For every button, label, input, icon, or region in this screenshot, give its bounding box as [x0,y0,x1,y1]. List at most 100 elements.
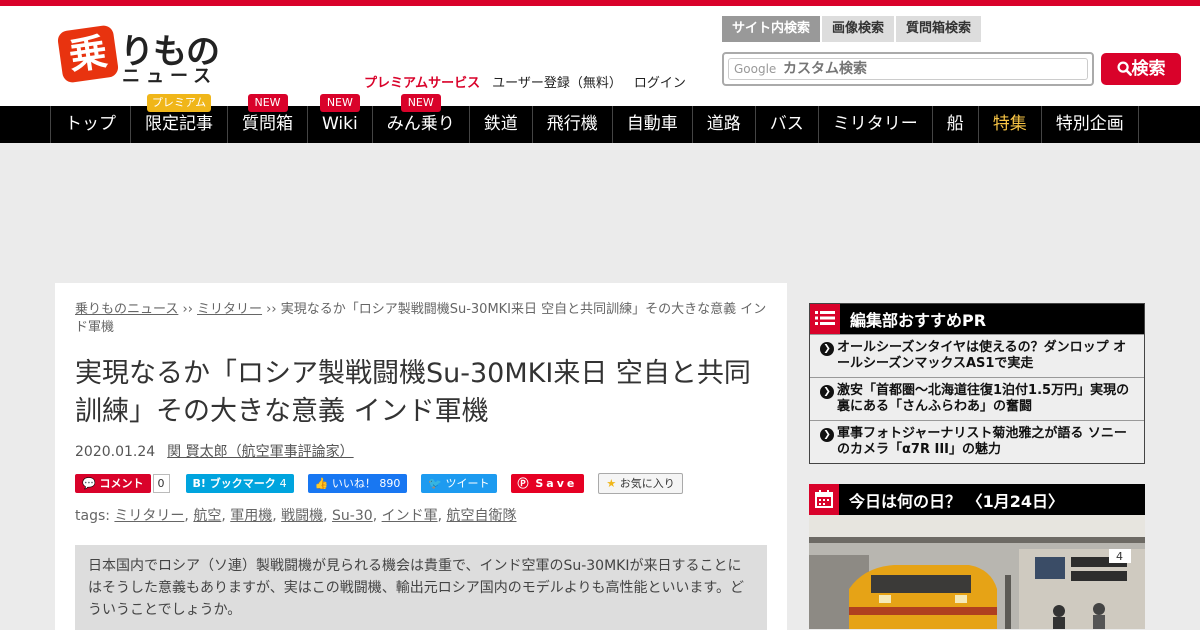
nav-item-label: 特別企画 [1055,114,1124,134]
tag-link[interactable]: インド軍 [382,508,438,524]
nav-item-top[interactable]: トップ [50,106,130,143]
tag-link[interactable]: 航空自衛隊 [447,508,517,524]
tags-label: tags: [75,508,110,524]
nav-item-bus[interactable]: バス [754,106,818,143]
article-meta: 2020.01.24 関 賢太郎（航空軍事評論家） [75,441,767,461]
editor-pr-box: 編集部おすすめPR ❯ オールシーズンタイヤは使えるの？ダンロップ オールシーズ… [809,303,1145,464]
nav-item-ship[interactable]: 船 [931,106,978,143]
main-nav: トップ プレミアム 限定記事 NEW 質問箱 NEW Wiki NEW みん乗り 鉄道 … [0,94,1200,143]
train-station-photo[interactable]: 4 [809,515,1145,629]
search-button-label: 検索 [1131,59,1166,79]
breadcrumb-category[interactable]: ミリタリー [197,302,262,317]
platform-number: 4 [1116,550,1123,563]
nav-item-label: 自動車 [626,114,678,134]
tab-site-search[interactable]: サイト内検索 [722,16,821,42]
tweet-label: ツイート [445,476,490,490]
logo-text-sub: ニュース [122,66,218,87]
article-title: 実現なるか「ロシア製戦闘機Su-30MKI来日 空自と共同訓練」その大きな意義 … [75,358,751,427]
nav-item-label: 限定記事 [145,114,213,134]
breadcrumb-home[interactable]: 乗りものニュース [75,302,178,317]
logo-kanji: 乗 [56,24,120,84]
nav-item-special-project[interactable]: 特別企画 [1040,106,1139,143]
nav-item-label: 質問箱 [242,114,293,134]
comment-count: 0 [152,473,170,493]
nav-item-military[interactable]: ミリタリー [817,106,932,143]
pinterest-save-button[interactable]: Ⓟ Save [510,473,585,493]
new-badge: NEW [319,94,360,112]
twitter-bird-icon: 🐦 [428,476,443,490]
tab-image-search[interactable]: 画像検索 [822,16,895,42]
tab-question-search[interactable]: 質問箱検索 [896,16,982,42]
pinterest-icon: Ⓟ [517,476,529,490]
nav-item-label: ミリタリー [832,114,918,134]
article-tags: tags: ミリタリー, 航空, 軍用機, 戦闘機, Su-30, インド軍, … [75,508,517,524]
pr-box-header: 編集部おすすめPR [810,304,1144,334]
pr-item[interactable]: ❯ 軍事フォトジャーナリスト菊池雅之が語る ソニーのカメラ「α7R III」の魅… [810,420,1144,463]
sidebar: 編集部おすすめPR ❯ オールシーズンタイヤは使えるの？ダンロップ オールシーズ… [809,303,1145,629]
tag-link[interactable]: Su-30 [332,508,373,524]
tag-link[interactable]: ミリタリー [114,508,184,524]
nav-item-label: バス [769,114,804,134]
tag-link[interactable]: 航空 [193,508,221,524]
comment-button[interactable]: 💬 コメント [75,473,151,493]
premium-service-link[interactable]: プレミアムサービス [364,72,480,91]
nav-item-label: 鉄道 [483,114,518,134]
premium-badge: プレミアム [147,94,211,112]
pr-box-title: 編集部おすすめPR [850,311,987,330]
today-in-history-box: 今日は何の日？ 〈1月24日〉 4 [809,484,1145,629]
new-badge: NEW [400,94,441,112]
pr-item-text: 軍事フォトジャーナリスト菊池雅之が語る ソニーのカメラ「α7R III」の魅力 [837,426,1127,457]
search-button[interactable]: 検索 [1101,53,1181,85]
favorite-label: お気に入り [619,476,675,490]
today-box-header: 今日は何の日？ 〈1月24日〉 [809,484,1145,515]
nav-item-railway[interactable]: 鉄道 [468,106,532,143]
article-author[interactable]: 関 賢太郎（航空軍事評論家） [167,444,353,460]
tag-link[interactable]: 軍用機 [230,508,272,524]
share-buttons: 💬 コメント 0 B! ブックマーク 4 👍 いいね！ 890 🐦 ツイート Ⓟ… [75,472,767,494]
pr-item-text: オールシーズンタイヤは使えるの？ダンロップ オールシーズンマックスAS1で実走 [837,340,1127,371]
nav-item-road[interactable]: 道路 [691,106,755,143]
site-logo[interactable]: 乗 りもの ニュース [56,24,230,87]
nav-item-question-box[interactable]: NEW 質問箱 [227,94,307,143]
hatena-label: B! ブックマーク [192,476,276,490]
nav-item-label: 特集 [992,114,1027,134]
nav-item-label: トップ [65,114,116,134]
thumbs-up-icon: 👍 [314,476,329,490]
breadcrumb: 乗りものニュース ›› ミリタリー ›› 実現なるか「ロシア製戦闘機Su-30M… [75,301,767,337]
search-icon [1116,61,1132,76]
search-input[interactable] [728,58,1088,80]
nav-item-label: Wiki [322,114,358,134]
google-mark: Google [734,62,777,76]
hatena-count: 4 [279,476,287,490]
nav-item-minnori[interactable]: NEW みん乗り [371,94,469,143]
facebook-like-button[interactable]: 👍 いいね！ 890 [307,473,408,493]
nav-item-label: 道路 [706,114,741,134]
nav-item-airplane[interactable]: 飛行機 [531,106,612,143]
nav-item-feature[interactable]: 特集 [977,106,1041,143]
nav-item-label: 船 [946,114,964,134]
nav-item-premium-articles[interactable]: プレミアム 限定記事 [130,94,227,143]
register-link[interactable]: ユーザー登録（無料） [492,72,622,91]
nav-item-label: みん乗り [386,114,455,134]
nav-item-wiki[interactable]: NEW Wiki [307,94,372,143]
pr-item[interactable]: ❯ 激安「首都圏～北海道往復1泊付1.5万円」実現の裏にある「さんふらわあ」の奮… [810,377,1144,420]
star-icon: ★ [606,476,617,490]
article-lead: 日本国内でロシア（ソ連）製戦闘機が見られる機会は貴重で、インド空軍のSu-30M… [75,545,767,630]
chevron-right-icon: ❯ [820,342,834,356]
chevron-right-icon: ❯ [820,428,834,442]
hatena-bookmark-button[interactable]: B! ブックマーク 4 [185,473,294,493]
pinterest-save-label: Save [535,476,578,490]
nav-items: トップ プレミアム 限定記事 NEW 質問箱 NEW Wiki NEW みん乗り 鉄道 … [50,94,1139,143]
tag-link[interactable]: 戦闘機 [281,508,323,524]
nav-item-car[interactable]: 自動車 [611,106,692,143]
login-link[interactable]: ログイン [634,72,686,91]
new-badge: NEW [247,94,288,112]
breadcrumb-separator: ›› [178,302,198,317]
search-tabs: サイト内検索 画像検索 質問箱検索 [722,16,983,42]
favorite-button[interactable]: ★ お気に入り [598,472,683,494]
article-date: 2020.01.24 [75,444,156,460]
pr-item[interactable]: ❯ オールシーズンタイヤは使えるの？ダンロップ オールシーズンマックスAS1で実… [810,334,1144,377]
user-links: プレミアムサービス ユーザー登録（無料） ログイン [364,72,698,91]
tweet-button[interactable]: 🐦 ツイート [421,473,497,493]
pr-item-text: 激安「首都圏～北海道往復1泊付1.5万円」実現の裏にある「さんふらわあ」の奮闘 [837,383,1130,414]
